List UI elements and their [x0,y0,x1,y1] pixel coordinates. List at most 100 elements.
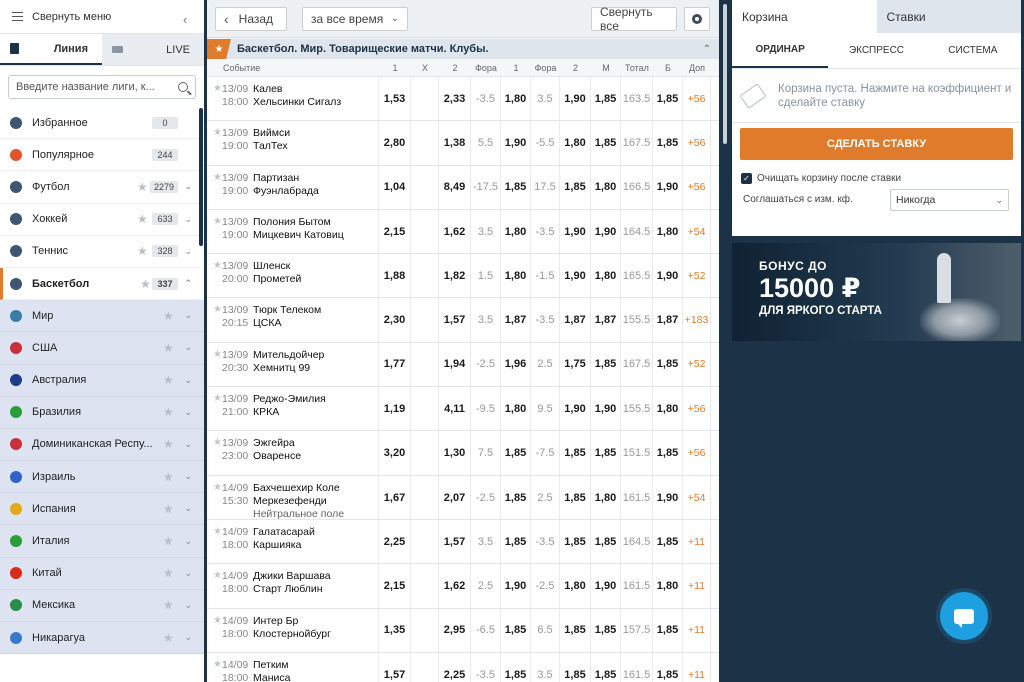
chevron-down-icon[interactable]: ⌄ [184,310,192,321]
star-icon[interactable]: ★ [163,341,174,355]
accept-odds-select[interactable]: Никогда ⌄ [890,189,1009,211]
event-info[interactable]: ★ 14/09 18:00 Интер Бр Клостернойбург [207,608,379,652]
star-icon[interactable]: ★ [137,212,148,226]
star-icon[interactable]: ★ [207,526,222,537]
star-icon[interactable]: ★ [163,437,174,451]
odd-under[interactable]: 1,85 [591,431,621,475]
odd-2[interactable]: 8,49 [439,165,471,209]
place-bet-button[interactable]: СДЕЛАТЬ СТАВКУ [740,128,1013,160]
odd-1[interactable]: 2,25 [379,519,411,564]
more-markets-link[interactable]: +56 [683,431,711,475]
search-icon[interactable] [178,82,188,92]
chevron-up-icon[interactable]: ⌃ [703,44,711,55]
odd-under[interactable]: 1,85 [591,608,621,652]
odd-2[interactable]: 2,07 [439,475,471,521]
chevron-down-icon[interactable]: ⌄ [184,568,192,579]
odd-over[interactable]: 1,85 [653,608,683,652]
odd-over[interactable]: 1,85 [653,121,683,165]
odd-handicap-2[interactable]: 1,85 [560,475,591,521]
event-info[interactable]: ★ 13/09 19:00 Полония Бытом Мицкевич Кат… [207,209,379,254]
odd-1[interactable]: 1,88 [379,254,411,298]
chevron-down-icon[interactable]: ⌄ [184,214,192,225]
event-info[interactable]: ★ 14/09 18:00 Галатасарай Каршияка [207,519,379,564]
odd-over[interactable]: 1,90 [653,165,683,209]
odd-handicap-2[interactable]: 1,87 [560,298,591,342]
odd-handicap-1[interactable]: 1,80 [501,209,531,254]
star-icon[interactable]: ★ [137,180,148,194]
league-search-input[interactable] [16,81,176,93]
odd-under[interactable]: 1,80 [591,475,621,521]
odd-under[interactable]: 1,90 [591,387,621,431]
sidebar-item-country[interactable]: Никарагуа ★ ⌄ [0,622,204,655]
chevron-down-icon[interactable]: ⌄ [184,536,192,547]
odd-handicap-2[interactable]: 1,80 [560,564,591,608]
odd-handicap-1[interactable]: 1,80 [501,254,531,298]
odd-handicap-1[interactable]: 1,85 [501,431,531,475]
odd-x[interactable] [411,387,439,431]
checkbox-checked-icon[interactable]: ✓ [741,173,752,184]
event-info[interactable]: ★ 13/09 19:00 Виймси ТалТех [207,121,379,165]
star-icon[interactable]: ★ [163,309,174,323]
odd-1[interactable]: 1,35 [379,608,411,652]
chevron-down-icon[interactable]: ⌄ [184,181,192,192]
star-icon[interactable]: ★ [207,437,222,448]
star-icon[interactable]: ★ [207,39,231,59]
odd-2[interactable]: 2,95 [439,608,471,652]
odd-over[interactable]: 1,85 [653,431,683,475]
odd-under[interactable]: 1,90 [591,209,621,254]
event-info[interactable]: ★ 13/09 20:15 Тюрк Телеком ЦСКА [207,298,379,342]
odd-under[interactable]: 1,85 [591,519,621,564]
odd-handicap-1[interactable]: 1,85 [501,165,531,209]
mode-express[interactable]: ЭКСПРЕСС [828,33,924,68]
odd-under[interactable]: 1,85 [591,342,621,387]
chevron-down-icon[interactable]: ⌄ [184,342,192,353]
star-icon[interactable]: ★ [137,244,148,258]
odd-handicap-2[interactable]: 1,90 [560,387,591,431]
more-markets-link[interactable]: +11 [683,652,711,682]
event-info[interactable]: ★ 13/09 23:00 Эжгейра Оваренсе [207,431,379,475]
bonus-banner[interactable]: БОНУС ДО 15000 ₽ ДЛЯ ЯРКОГО СТАРТА [732,243,1021,341]
odd-2[interactable]: 1,62 [439,209,471,254]
odd-x[interactable] [411,652,439,682]
odd-handicap-2[interactable]: 1,75 [560,342,591,387]
sidebar-item-country[interactable]: Мир ★ ⌄ [0,300,204,333]
odd-1[interactable]: 1,19 [379,387,411,431]
odd-under[interactable]: 1,87 [591,298,621,342]
odd-1[interactable]: 1,57 [379,652,411,682]
more-markets-link[interactable]: +56 [683,77,711,121]
more-markets-link[interactable]: +56 [683,121,711,165]
odd-handicap-1[interactable]: 1,90 [501,564,531,608]
more-markets-link[interactable]: +54 [683,475,711,521]
odd-x[interactable] [411,519,439,564]
chevron-down-icon[interactable]: ⌄ [184,246,192,257]
odd-under[interactable]: 1,85 [591,77,621,121]
mode-single[interactable]: ОРДИНАР [732,33,829,68]
sidebar-item-sport[interactable]: Избранное 0 [0,107,204,140]
odd-2[interactable]: 2,25 [439,652,471,682]
sidebar-item-sport[interactable]: Хоккей ★ 633 ⌄ [0,204,204,236]
odd-1[interactable]: 1,77 [379,342,411,387]
odd-handicap-1[interactable]: 1,96 [501,342,531,387]
odd-x[interactable] [411,121,439,165]
odd-x[interactable] [411,209,439,254]
mode-system[interactable]: СИСТЕМА [925,33,1021,68]
chevron-down-icon[interactable]: ⌄ [184,600,192,611]
event-info[interactable]: ★ 14/09 18:00 Петким Маниса [207,652,379,682]
odd-handicap-2[interactable]: 1,90 [560,77,591,121]
collapse-all-button[interactable]: Свернуть все [591,5,677,33]
star-icon[interactable]: ★ [207,304,222,315]
event-info[interactable]: ★ 14/09 15:30 Бахчешехир Коле Меркезефен… [207,475,379,521]
odd-handicap-1[interactable]: 1,90 [501,121,531,165]
clear-basket-option[interactable]: ✓ Очищать корзину после ставки [741,173,1021,184]
period-select[interactable]: за все время ⌄ [302,6,408,31]
sidebar-item-country[interactable]: США ★ ⌄ [0,332,204,365]
odd-handicap-1[interactable]: 1,80 [501,387,531,431]
settings-button[interactable] [684,7,710,31]
star-icon[interactable]: ★ [163,534,174,548]
odd-handicap-1[interactable]: 1,85 [501,519,531,564]
odd-x[interactable] [411,608,439,652]
star-icon[interactable]: ★ [163,405,174,419]
event-info[interactable]: ★ 13/09 20:30 Мительдойчер Хемнитц 99 [207,342,379,387]
odd-x[interactable] [411,165,439,209]
chat-button[interactable] [940,592,988,640]
